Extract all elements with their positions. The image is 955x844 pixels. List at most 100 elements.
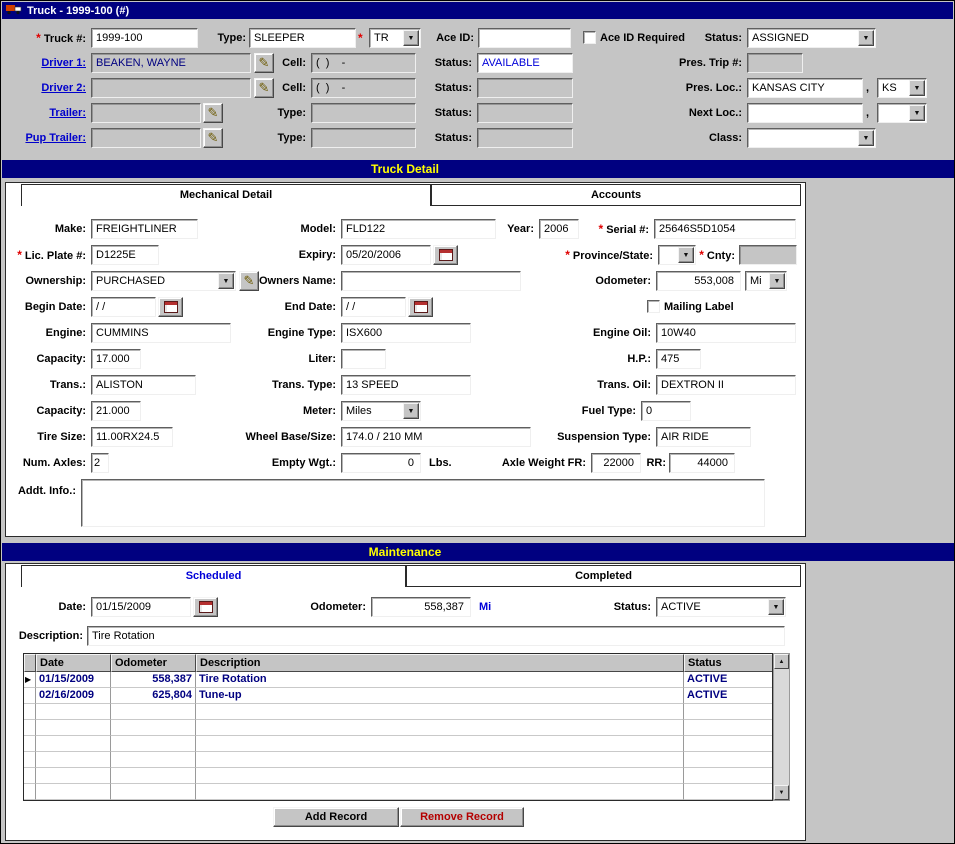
- scrollbar-up-button[interactable]: ▲: [774, 654, 789, 669]
- axle-rr-input[interactable]: [669, 453, 735, 473]
- trans-oil-input[interactable]: [656, 375, 796, 395]
- expiry-calendar-button[interactable]: [433, 245, 458, 265]
- engine-oil-input[interactable]: [656, 323, 796, 343]
- table-row-empty[interactable]: [24, 736, 772, 752]
- begin-date-input[interactable]: [91, 297, 156, 317]
- chevron-down-icon[interactable]: ▼: [678, 247, 694, 263]
- add-record-button[interactable]: Add Record: [273, 807, 399, 827]
- pres-loc-state-select[interactable]: KS ▼: [877, 78, 927, 98]
- model-input[interactable]: [341, 219, 496, 239]
- table-row-empty[interactable]: [24, 784, 772, 800]
- next-loc-state-select[interactable]: ▼: [877, 103, 927, 123]
- end-date-calendar-button[interactable]: [408, 297, 433, 317]
- lic-plate-input[interactable]: [91, 245, 159, 265]
- engine-type-input[interactable]: [341, 323, 471, 343]
- maintenance-status-select[interactable]: ACTIVE ▼: [656, 597, 786, 617]
- empty-wgt-input[interactable]: [341, 453, 421, 473]
- current-row-marker-icon: ▶: [24, 672, 36, 688]
- axle-fr-input[interactable]: [591, 453, 641, 473]
- year-input[interactable]: [539, 219, 579, 239]
- fuel-type-input[interactable]: [641, 401, 691, 421]
- type-input[interactable]: [249, 28, 356, 48]
- ace-id-input[interactable]: [478, 28, 571, 48]
- trailer-input[interactable]: [91, 103, 201, 123]
- addt-info-textarea[interactable]: [81, 479, 765, 527]
- pup-status-input[interactable]: [477, 128, 573, 148]
- maintenance-date-input[interactable]: [91, 597, 191, 617]
- edit-trailer-button[interactable]: ✎: [203, 103, 223, 123]
- class-select[interactable]: ▼: [747, 128, 876, 148]
- hp-input[interactable]: [656, 349, 701, 369]
- suspension-type-input[interactable]: [656, 427, 751, 447]
- table-header-status[interactable]: Status: [684, 654, 772, 672]
- end-date-input[interactable]: [341, 297, 406, 317]
- driver1-input[interactable]: [91, 53, 251, 73]
- wheel-base-input[interactable]: [341, 427, 531, 447]
- chevron-down-icon[interactable]: ▼: [769, 273, 785, 289]
- driver2-link[interactable]: Driver 2:: [1, 78, 86, 98]
- engine-capacity-input[interactable]: [91, 349, 141, 369]
- cnty-input[interactable]: [739, 245, 797, 265]
- tab-accounts[interactable]: Accounts: [431, 184, 801, 206]
- province-state-select[interactable]: ▼: [658, 245, 696, 265]
- mailing-label-checkbox[interactable]: [647, 300, 660, 313]
- meter-select[interactable]: Miles ▼: [341, 401, 421, 421]
- chevron-down-icon[interactable]: ▼: [858, 130, 874, 146]
- trans-input[interactable]: [91, 375, 196, 395]
- remove-record-button[interactable]: Remove Record: [400, 807, 524, 827]
- driver1-link[interactable]: Driver 1:: [1, 53, 86, 73]
- edit-pup-trailer-button[interactable]: ✎: [203, 128, 223, 148]
- chevron-down-icon[interactable]: ▼: [858, 30, 874, 46]
- table-row-empty[interactable]: [24, 768, 772, 784]
- trailer-link[interactable]: Trailer:: [1, 103, 86, 123]
- serial-input[interactable]: [654, 219, 796, 239]
- scrollbar-down-button[interactable]: ▼: [774, 785, 789, 800]
- driver2-input[interactable]: [91, 78, 251, 98]
- edit-ownership-button[interactable]: ✎: [239, 271, 259, 291]
- table-scrollbar[interactable]: ▲ ▼: [773, 653, 790, 801]
- title-bar[interactable]: Truck - 1999-100 (#): [2, 2, 953, 19]
- pup-trailer-input[interactable]: [91, 128, 201, 148]
- begin-date-calendar-button[interactable]: [158, 297, 183, 317]
- next-loc-input[interactable]: [747, 103, 863, 123]
- tab-mechanical-detail[interactable]: Mechanical Detail: [21, 184, 431, 206]
- liter-input[interactable]: [341, 349, 386, 369]
- pres-trip-input[interactable]: [747, 53, 803, 73]
- maintenance-odometer-input[interactable]: [371, 597, 471, 617]
- pres-loc-input[interactable]: [747, 78, 863, 98]
- trailer-status-input[interactable]: [477, 103, 573, 123]
- make-input[interactable]: [91, 219, 198, 239]
- table-row-empty[interactable]: [24, 752, 772, 768]
- table-header-description[interactable]: Description: [196, 654, 684, 672]
- owners-name-input[interactable]: [341, 271, 521, 291]
- tab-scheduled[interactable]: Scheduled: [21, 565, 406, 587]
- engine-input[interactable]: [91, 323, 231, 343]
- driver2-status-input[interactable]: [477, 78, 573, 98]
- trans-type-input[interactable]: [341, 375, 471, 395]
- ace-id-required-checkbox[interactable]: [583, 31, 596, 44]
- tab-completed[interactable]: Completed: [406, 565, 801, 587]
- chevron-down-icon[interactable]: ▼: [909, 105, 925, 121]
- pup-trailer-link[interactable]: Pup Trailer:: [1, 128, 86, 148]
- table-header-odometer[interactable]: Odometer: [111, 654, 196, 672]
- table-row-empty[interactable]: [24, 720, 772, 736]
- trans-capacity-input[interactable]: [91, 401, 141, 421]
- expiry-input[interactable]: [341, 245, 431, 265]
- chevron-down-icon[interactable]: ▼: [403, 403, 419, 419]
- table-row[interactable]: 02/16/2009 625,804 Tune-up ACTIVE: [24, 688, 772, 704]
- table-row[interactable]: ▶ 01/15/2009 558,387 Tire Rotation ACTIV…: [24, 672, 772, 688]
- chevron-down-icon[interactable]: ▼: [768, 599, 784, 615]
- ownership-select[interactable]: PURCHASED ▼: [91, 271, 236, 291]
- num-axles-input[interactable]: [91, 453, 109, 473]
- table-row-empty[interactable]: [24, 704, 772, 720]
- odometer-input[interactable]: [656, 271, 741, 291]
- description-input[interactable]: [87, 626, 785, 646]
- chevron-down-icon[interactable]: ▼: [218, 273, 234, 289]
- odometer-unit-select[interactable]: Mi ▼: [745, 271, 787, 291]
- status-select[interactable]: ASSIGNED ▼: [747, 28, 876, 48]
- chevron-down-icon[interactable]: ▼: [909, 80, 925, 96]
- driver1-status-input[interactable]: [477, 53, 573, 73]
- maintenance-date-calendar-button[interactable]: [193, 597, 218, 617]
- table-header-date[interactable]: Date: [36, 654, 111, 672]
- tire-size-input[interactable]: [91, 427, 173, 447]
